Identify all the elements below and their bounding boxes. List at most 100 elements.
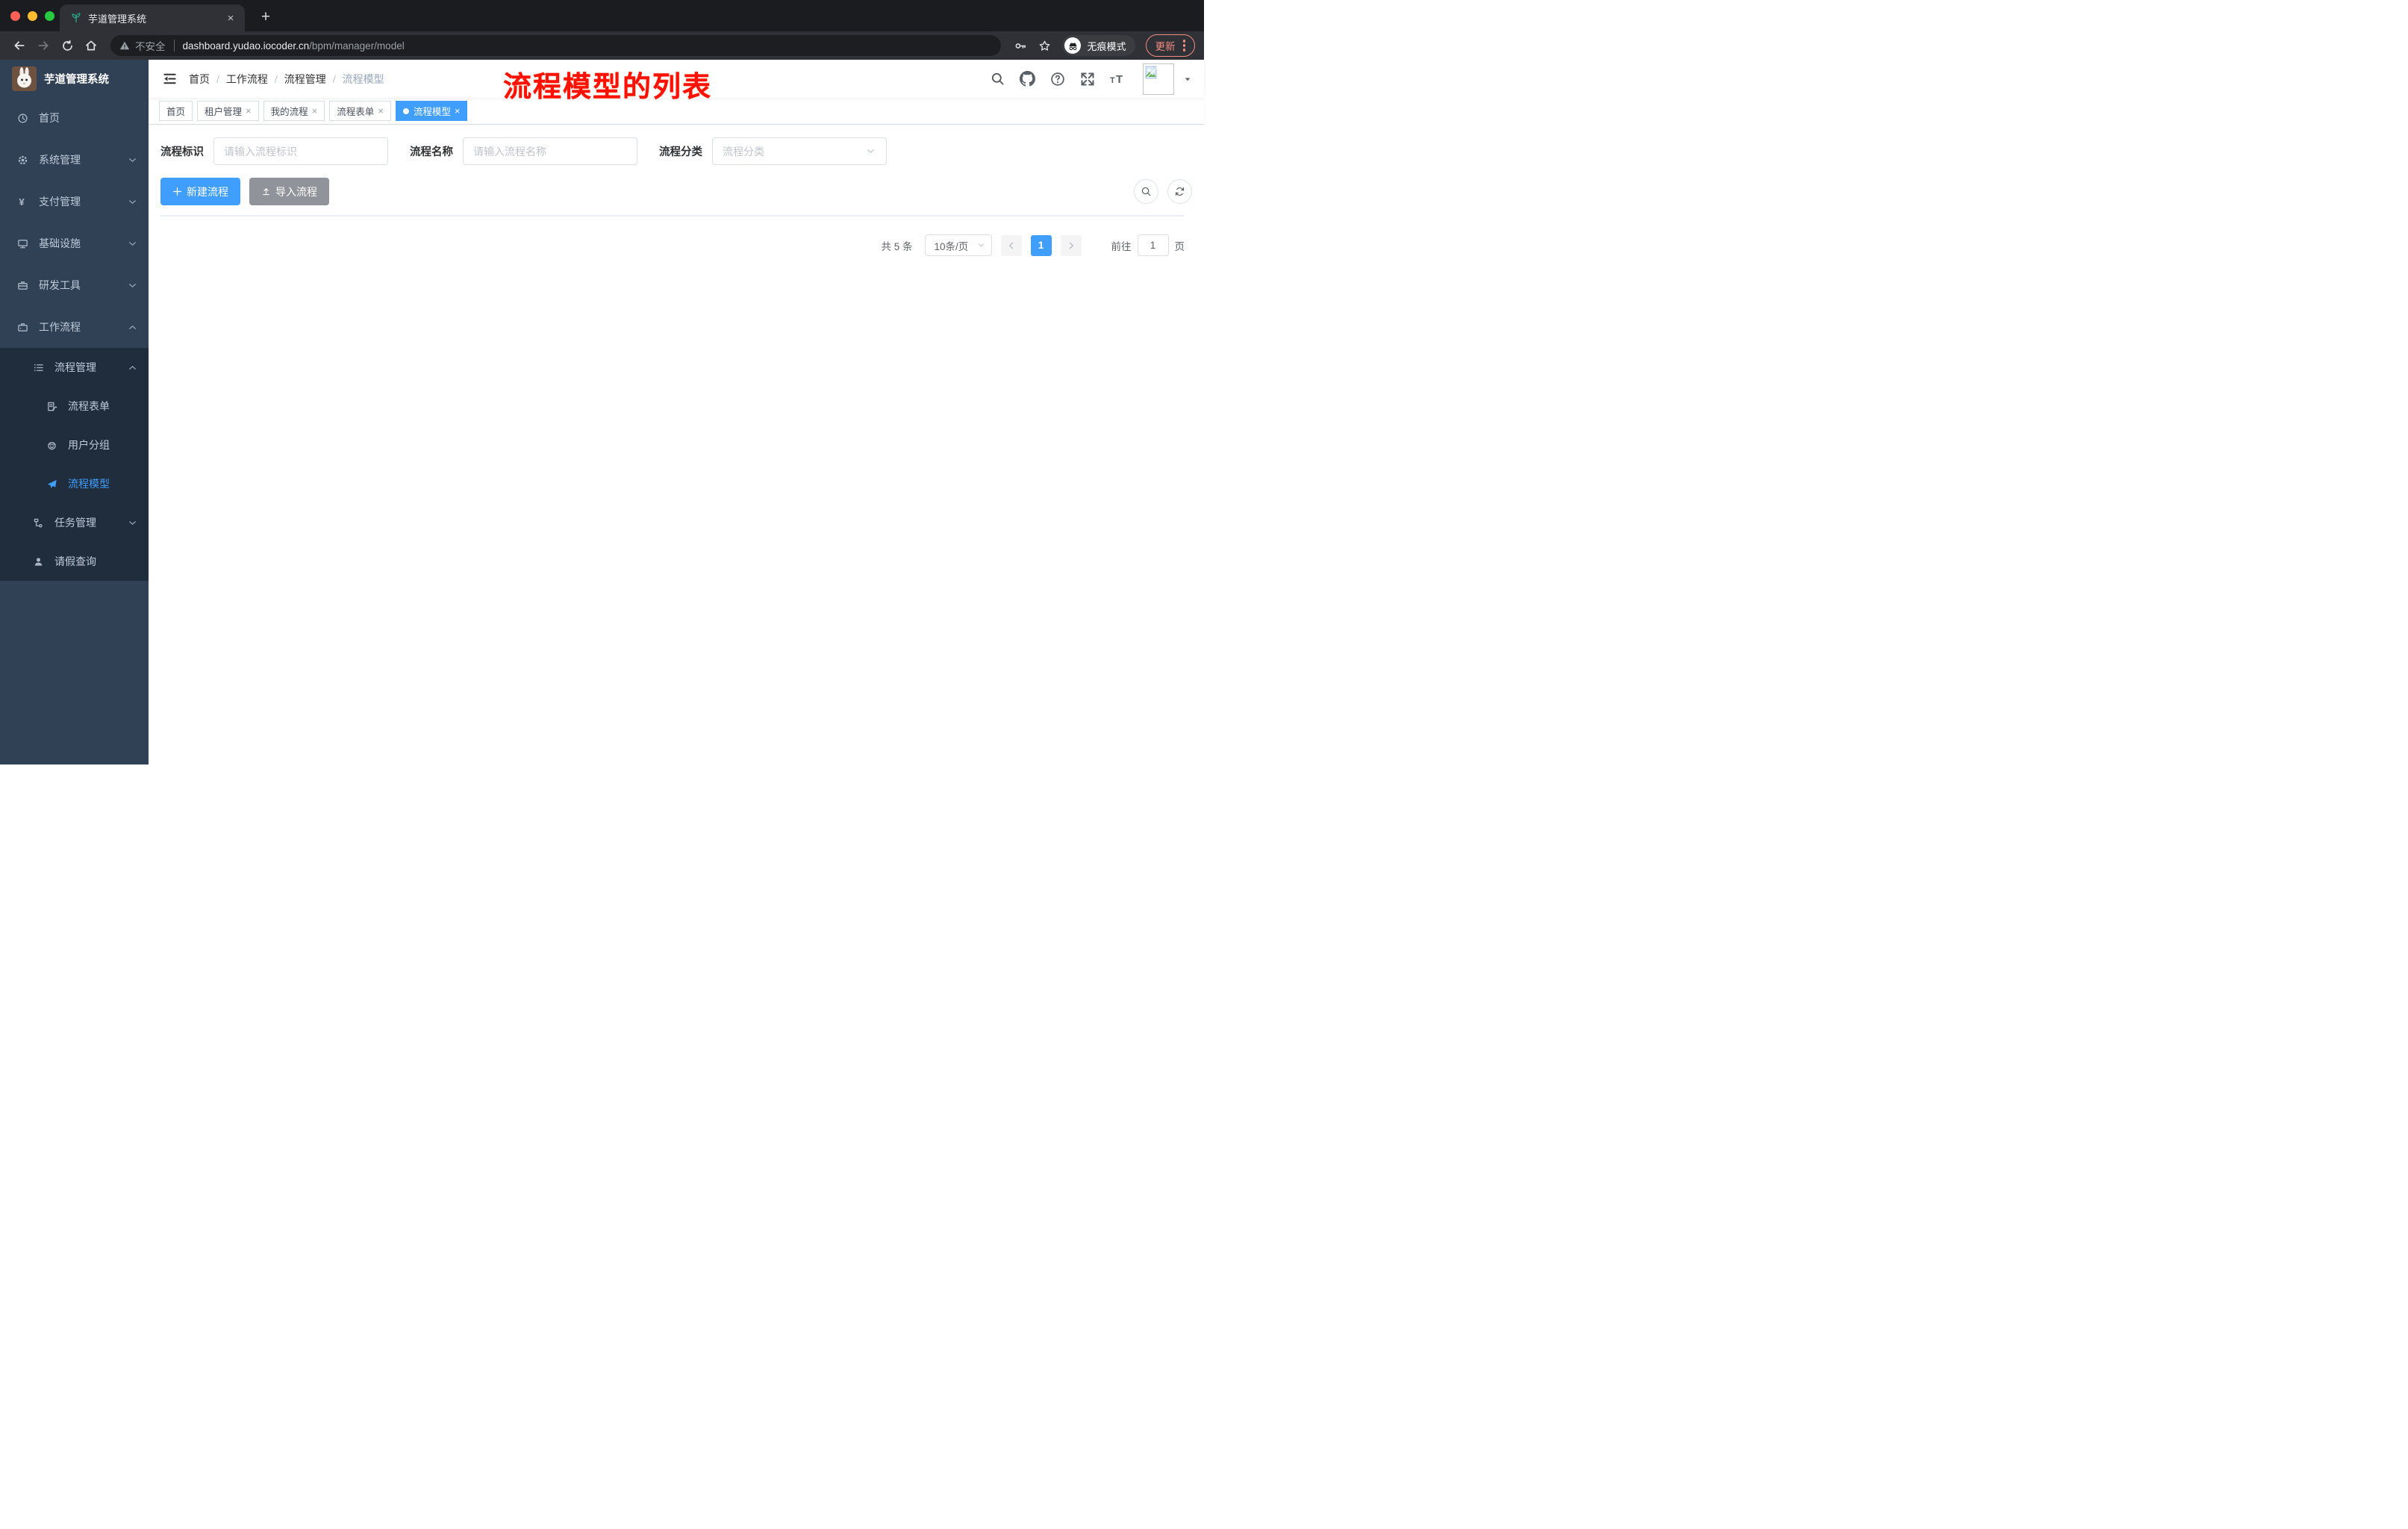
import-flow-button[interactable]: 导入流程	[249, 178, 329, 205]
app-root: 芋道管理系统 首页 系统管理 ¥ 支付管理 基础设施 研发工具 工作流程 流程管理 流程表单 用户…	[0, 60, 1204, 764]
url-domain: dashboard.yudao.iocoder.cn	[182, 40, 310, 52]
sidebar-item-流程表单[interactable]: 流程表单	[0, 387, 149, 426]
filter-input-field[interactable]	[473, 145, 627, 158]
incognito-label: 无痕模式	[1087, 40, 1126, 52]
tag-close-icon[interactable]: ×	[378, 105, 384, 116]
fullscreen-icon[interactable]	[1080, 72, 1095, 87]
back-icon[interactable]	[9, 35, 30, 56]
tag-我的流程[interactable]: 我的流程 ×	[263, 101, 325, 121]
group-icon	[46, 440, 57, 451]
font-size-icon[interactable]: TT	[1110, 72, 1128, 87]
browser-tab-strip: 芋道管理系统 × +	[0, 0, 1204, 31]
tag-close-icon[interactable]: ×	[455, 105, 461, 116]
sidebar-item-任务管理[interactable]: 任务管理	[0, 503, 149, 542]
url-text: dashboard.yudao.iocoder.cn/bpm/manager/m…	[183, 40, 405, 52]
filter-input-field[interactable]	[224, 145, 378, 158]
sidebar-item-请假查询[interactable]: 请假查询	[0, 542, 149, 581]
active-tag-dot	[402, 108, 409, 114]
breadcrumb-item[interactable]: 工作流程	[226, 72, 268, 87]
tag-首页[interactable]: 首页	[159, 101, 193, 121]
sidebar-item-系统管理[interactable]: 系统管理	[0, 139, 149, 181]
monitor-icon	[17, 238, 28, 249]
sidebar-item-流程模型[interactable]: 流程模型	[0, 464, 149, 503]
sidebar-item-label: 请假查询	[54, 555, 96, 567]
sidebar-item-基础设施[interactable]: 基础设施	[0, 222, 149, 264]
sidebar-item-label: 系统管理	[39, 154, 81, 166]
new-tab-button[interactable]: +	[255, 7, 276, 28]
goto-page: 前往 页	[1111, 234, 1185, 256]
user-avatar[interactable]	[1143, 63, 1174, 95]
sidebar-item-label: 工作流程	[39, 321, 81, 333]
dashboard-icon	[17, 113, 28, 124]
sidebar-item-用户分组[interactable]: 用户分组	[0, 426, 149, 464]
reload-icon[interactable]	[57, 35, 78, 56]
window-close-button[interactable]	[10, 10, 20, 21]
help-icon[interactable]	[1050, 72, 1065, 87]
sidebar-item-label: 支付管理	[39, 196, 81, 208]
sidebar-logo[interactable]: 芋道管理系统	[0, 60, 149, 97]
bookmark-star-icon[interactable]	[1034, 35, 1055, 56]
favicon-plant-icon	[70, 12, 82, 24]
sidebar-item-工作流程[interactable]: 工作流程	[0, 306, 149, 348]
window-controls	[10, 10, 54, 21]
flow-icon	[33, 517, 44, 529]
svg-text:¥: ¥	[19, 196, 25, 208]
sidebar-collapse-icon[interactable]	[156, 66, 183, 93]
prev-page-button[interactable]	[1000, 234, 1022, 256]
goto-page-input[interactable]	[1137, 234, 1169, 256]
filter-input-流程名称	[463, 137, 637, 165]
github-icon[interactable]	[1020, 71, 1035, 87]
sidebar-item-label: 流程表单	[68, 400, 110, 412]
tag-租户管理[interactable]: 租户管理 ×	[197, 101, 259, 121]
breadcrumb-item[interactable]: 流程管理	[284, 72, 326, 87]
list-icon	[33, 362, 44, 373]
breadcrumb-separator: /	[332, 72, 336, 85]
sidebar-item-首页[interactable]: 首页	[0, 97, 149, 139]
update-chip[interactable]: 更新	[1145, 34, 1195, 57]
tag-close-icon[interactable]: ×	[246, 105, 252, 116]
browser-tab[interactable]: 芋道管理系统 ×	[60, 4, 245, 31]
gear-icon	[17, 155, 28, 166]
plus-icon	[172, 187, 182, 196]
browser-menu-icon[interactable]	[1182, 40, 1188, 52]
page-content: 流程标识 流程名称 流程分类 流程分类 新建流程 导入流程 共 5 条	[149, 125, 1204, 278]
breadcrumb-item[interactable]: 首页	[189, 72, 210, 87]
main-area: 首页 / 工作流程 / 流程管理 / 流程模型 流程模型的列表 TT 首页 租户管理 × 我的流程…	[149, 60, 1204, 764]
url-bar[interactable]: 不安全 dashboard.yudao.iocoder.cn/bpm/manag…	[110, 35, 1002, 56]
sidebar-item-支付管理[interactable]: ¥ 支付管理	[0, 181, 149, 222]
refresh-icon[interactable]	[1167, 179, 1192, 204]
page-size-select[interactable]: 10条/页	[924, 234, 992, 256]
url-divider	[173, 40, 175, 52]
key-icon[interactable]	[1010, 35, 1031, 56]
toggle-search-icon[interactable]	[1134, 179, 1158, 204]
filter-select-流程分类[interactable]: 流程分类	[712, 137, 887, 165]
insecure-label: 不安全	[135, 41, 166, 52]
search-icon[interactable]	[991, 72, 1005, 86]
window-minimize-button[interactable]	[28, 10, 37, 21]
home-icon[interactable]	[81, 35, 102, 56]
url-path: /bpm/manager/model	[309, 40, 405, 52]
sidebar-item-label: 用户分组	[68, 439, 110, 451]
sidebar-item-研发工具[interactable]: 研发工具	[0, 264, 149, 306]
upload-icon	[261, 187, 271, 196]
yen-icon: ¥	[17, 196, 28, 208]
tag-close-icon[interactable]: ×	[312, 105, 318, 116]
filter-label-流程分类: 流程分类	[659, 146, 702, 158]
tag-流程表单[interactable]: 流程表单 ×	[329, 101, 391, 121]
tag-流程模型[interactable]: 流程模型 ×	[395, 101, 468, 121]
create-flow-button[interactable]: 新建流程	[160, 178, 240, 205]
forward-icon[interactable]	[33, 35, 54, 56]
filter-label-流程标识: 流程标识	[160, 146, 204, 158]
goto-unit: 页	[1174, 240, 1185, 252]
chevron-down-icon	[127, 196, 138, 208]
svg-text:T: T	[1116, 73, 1123, 86]
tab-close-icon[interactable]: ×	[224, 11, 237, 25]
sidebar-item-label: 基础设施	[39, 237, 81, 249]
current-page[interactable]: 1	[1030, 234, 1052, 256]
svg-text:T: T	[1110, 76, 1115, 85]
avatar-caret-icon[interactable]	[1183, 75, 1192, 84]
sidebar-menu: 首页系统管理 ¥ 支付管理基础设施研发工具工作流程流程管理流程表单用户分组流程模型任…	[0, 97, 149, 581]
next-page-button[interactable]	[1060, 234, 1082, 256]
window-zoom-button[interactable]	[45, 10, 54, 21]
sidebar-item-流程管理[interactable]: 流程管理	[0, 348, 149, 387]
